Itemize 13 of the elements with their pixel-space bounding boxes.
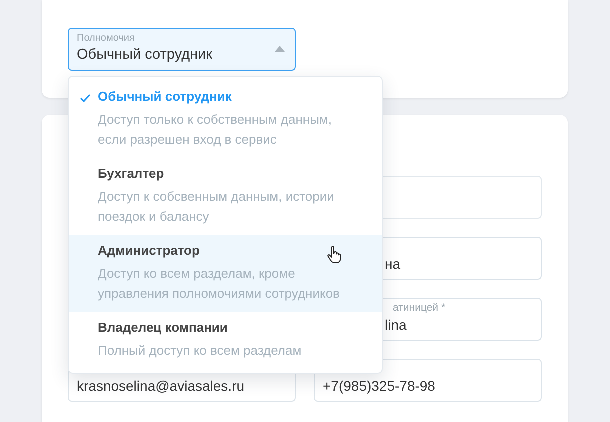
field-value: Обычный сотрудник xyxy=(77,46,212,65)
hand-cursor-icon xyxy=(327,246,343,264)
field-value: krasnoselina@aviasales.ru xyxy=(77,377,245,396)
field-value: на xyxy=(385,255,401,274)
input-field[interactable]: +7(985)325-78-98 xyxy=(314,359,542,402)
field-value: +7(985)325-78-98 xyxy=(323,377,436,396)
dropdown-option[interactable]: Бухгалтер Доступ к собсвенным данным, истории поездок и балансу xyxy=(69,158,382,235)
field-value: lina xyxy=(385,316,407,335)
field-label: атиницей * xyxy=(393,302,446,315)
role-select[interactable]: Полномочия Обычный сотрудник xyxy=(68,28,296,71)
check-icon xyxy=(80,94,91,103)
dropdown-option[interactable]: Администратор Доступ ко всем разделам, кроме управления полномочиями сотрудников xyxy=(69,235,382,312)
field-label: Полномочия xyxy=(77,32,135,45)
